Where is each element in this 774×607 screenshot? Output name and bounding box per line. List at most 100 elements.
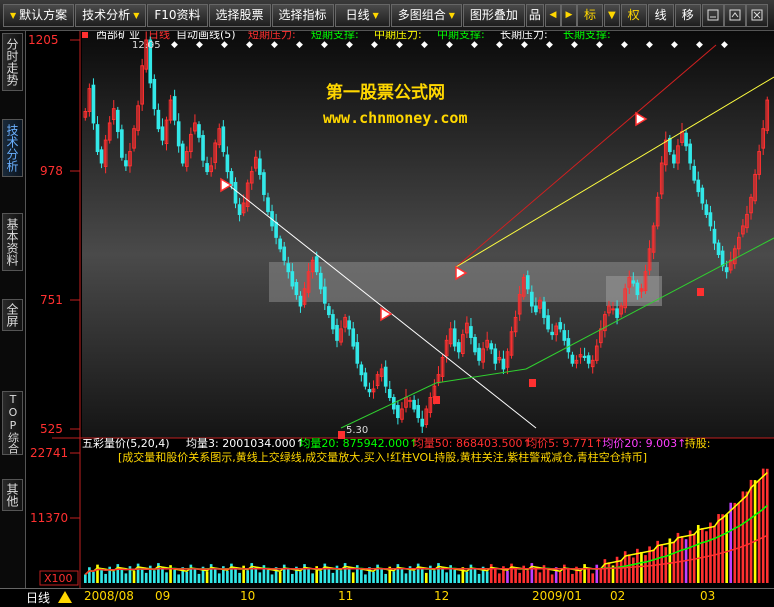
volume-bar [424, 572, 428, 583]
volume-bar [441, 567, 444, 583]
volume-bar [558, 571, 562, 583]
candle [534, 305, 538, 313]
volume-bar [213, 568, 217, 583]
candle [716, 242, 721, 256]
volume-bar [92, 571, 95, 583]
multi-chart-button[interactable]: 多图组合 ▼ [390, 3, 462, 27]
candle [95, 124, 100, 153]
overlay-button[interactable]: 图形叠加 [462, 3, 525, 27]
candle [408, 399, 412, 402]
candle [314, 256, 319, 273]
date-tick-1: 09 [155, 589, 171, 603]
volume-bar [619, 559, 623, 583]
tech-analysis-button[interactable]: 技术分析 ▼ [75, 3, 147, 27]
tab-intraday[interactable]: 分时走势 [2, 33, 23, 91]
candle [152, 78, 157, 110]
line-button[interactable]: 线 [647, 3, 674, 27]
arrow-left-icon[interactable]: ◀ [544, 3, 561, 27]
volume-item-4: 均价20: 9.003↑ [602, 437, 686, 450]
volume-bar [473, 569, 477, 583]
candle [359, 364, 364, 376]
daily-line-button[interactable]: 日线 ▼ [334, 3, 390, 27]
maximize-icon[interactable] [723, 3, 746, 27]
volume-bar [765, 468, 769, 583]
y-tick-751: 751 [40, 293, 63, 307]
candle [322, 286, 327, 304]
candle [712, 228, 717, 244]
f10-info-button[interactable]: F10资料 [147, 3, 208, 27]
select-indicator-button[interactable]: 选择指标 [271, 3, 334, 27]
support-marker [697, 288, 704, 296]
volume-item-1: 均量20: 875942.000↑ [299, 437, 418, 450]
tab-top-composite[interactable]: TOP综合 [2, 391, 23, 455]
volume-bar [599, 567, 603, 583]
marker-diamond: ◆ [346, 40, 353, 50]
volume-bar [640, 551, 643, 583]
volume-bar [153, 570, 156, 583]
volume-bar [493, 568, 497, 583]
candle [229, 171, 234, 187]
marker-diamond: ◆ [546, 40, 553, 50]
marker-diamond: ◆ [321, 40, 328, 50]
rights-button[interactable]: 权 [620, 3, 647, 27]
volume-bar [392, 571, 396, 583]
candle [724, 267, 729, 273]
tab-tech-analysis[interactable]: 技术分析 [2, 119, 23, 177]
volume-bar [327, 568, 331, 583]
marker-diamond: ◆ [396, 40, 403, 50]
candle [160, 126, 165, 141]
volume-bar [400, 568, 404, 583]
volume-bar [595, 564, 599, 583]
candle [493, 348, 498, 364]
variety-button[interactable]: 品 [525, 3, 544, 27]
candle [562, 330, 567, 341]
mark-button[interactable]: 标 [576, 3, 603, 27]
volume-bar [266, 569, 270, 583]
volume-bar [550, 574, 554, 583]
volume-bar [217, 573, 221, 583]
candle [582, 355, 587, 358]
stock-chart[interactable]: 1205 978 751 525 西部矿业 日线 自动画线(5) 短期压力: 短期… [26, 31, 774, 588]
volume-bar [278, 571, 282, 583]
arrow-right-icon[interactable]: ▶ [560, 3, 577, 27]
move-button[interactable]: 移 [674, 3, 701, 27]
triangle-up-icon [58, 591, 72, 603]
minimize-icon[interactable] [701, 3, 724, 27]
tab-other[interactable]: 其他 [2, 479, 23, 511]
volume-bar [644, 555, 647, 583]
candle [233, 181, 238, 204]
candle [542, 301, 546, 318]
volume-bar [729, 502, 733, 583]
volume-bar [420, 568, 424, 583]
default-scheme-button[interactable]: ▼ 默认方案 [3, 3, 75, 27]
marker-diamond: ◆ [646, 40, 653, 50]
candle [684, 132, 688, 147]
adjust-down-button[interactable]: ▼ [603, 3, 620, 27]
volume-bar [477, 573, 481, 583]
volume-bar [299, 571, 302, 583]
volume-bar [193, 569, 197, 583]
candle [274, 221, 278, 238]
candle [351, 328, 356, 347]
marker-diamond: ◆ [521, 40, 528, 50]
high-annotation: 12.05 [132, 40, 161, 51]
toolbar: ▼ 默认方案 技术分析 ▼ F10资料 选择股票 选择指标 日线 ▼ 多图组合 … [0, 0, 774, 31]
chevron-down-icon: ▼ [133, 10, 140, 20]
y-tick-525: 525 [40, 422, 63, 436]
volume-bar [173, 569, 176, 583]
y-axis-price: 1205 978 751 525 [28, 33, 80, 436]
volume-bar [331, 572, 335, 583]
candle [347, 320, 351, 330]
close-icon[interactable] [745, 3, 768, 27]
candle [704, 204, 709, 215]
candle [550, 331, 554, 336]
volume-bar [291, 573, 294, 583]
candle [115, 109, 120, 133]
tab-fullscreen[interactable]: 全屏 [2, 299, 23, 331]
candle [546, 315, 550, 330]
volume-bar [579, 571, 582, 583]
marker-diamond: ◆ [721, 40, 728, 50]
tab-basic-info[interactable]: 基本资料 [2, 213, 23, 271]
select-stock-button[interactable]: 选择股票 [208, 3, 271, 27]
candle [570, 354, 575, 364]
